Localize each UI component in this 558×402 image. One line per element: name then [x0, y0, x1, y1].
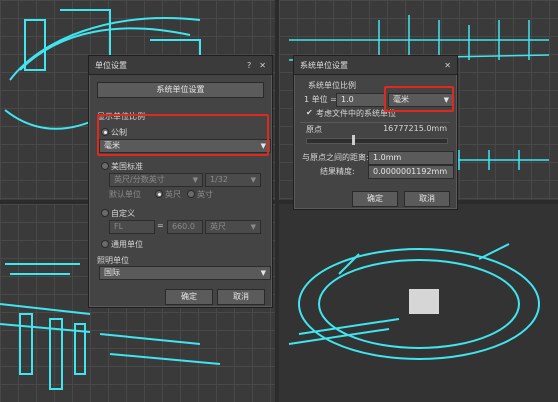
default-unit-label: 默认单位 [109, 190, 141, 199]
feet-label: 英尺 [165, 190, 181, 199]
system-unit-setup-button[interactable]: 系统单位设置 [97, 82, 264, 98]
unit-amount-value: 1.0 [341, 95, 354, 104]
origin-value: 16777215.0mm [383, 124, 447, 133]
model-wireframe-bottom-right [288, 243, 540, 360]
custom-name-field[interactable]: FL [109, 220, 155, 234]
chevron-down-icon: ▼ [250, 223, 256, 231]
metric-highlight-box [97, 114, 269, 156]
us-standard-radio[interactable] [101, 162, 109, 170]
dialog-title: 系统单位设置 [300, 60, 348, 70]
distance-from-origin-field[interactable]: 1.0mm [368, 151, 454, 165]
origin-slider-thumb[interactable] [352, 135, 355, 145]
precision-value: 0.0000001192mm [373, 167, 448, 176]
custom-radio[interactable] [101, 209, 109, 217]
unit-dropdown-highlight-box [384, 86, 454, 112]
cancel-button[interactable]: 取消 [217, 289, 265, 305]
us-unit-value: 英尺/分数英寸 [114, 175, 165, 184]
distance-from-origin-label: 与原点之间的距离: [302, 153, 369, 162]
inch-label: 英寸 [197, 190, 213, 199]
lighting-units-value: 国际 [104, 268, 120, 277]
custom-unit-value: 英尺 [210, 222, 226, 231]
lighting-units-label: 照明单位 [97, 256, 129, 265]
system-unit-scale-label: 系统单位比例 [308, 81, 356, 90]
resulting-accuracy-label: 结果精度: [320, 167, 355, 176]
origin-slider[interactable] [306, 138, 448, 144]
units-setup-titlebar[interactable]: 单位设置 ? ✕ [89, 56, 272, 75]
us-fraction-value: 1/32 [210, 175, 228, 184]
ok-button[interactable]: 确定 [165, 289, 213, 305]
system-unit-setup-dialog: 系统单位设置 ✕ 系统单位比例 1 单位 = 1.0 毫米 ▼ ✔ 考虑文件中的… [293, 55, 458, 210]
chevron-down-icon: ▼ [192, 176, 198, 184]
us-unit-dropdown[interactable]: 英尺/分数英寸 ▼ [109, 173, 203, 187]
chevron-down-icon: ▼ [260, 269, 266, 277]
system-unit-titlebar[interactable]: 系统单位设置 ✕ [294, 56, 457, 75]
divider [300, 122, 450, 123]
custom-label: 自定义 [111, 209, 135, 218]
generic-units-radio[interactable] [101, 240, 109, 248]
unit-amount-field[interactable]: 1.0 [336, 93, 386, 107]
checkmark-icon[interactable]: ✔ [306, 108, 313, 117]
close-icon[interactable]: ✕ [259, 61, 266, 70]
resulting-accuracy-field: 0.0000001192mm [368, 165, 454, 179]
custom-amount-value: 660.0 [172, 222, 195, 231]
distance-value: 1.0mm [373, 153, 402, 162]
custom-name-value: FL [114, 222, 124, 231]
question-icon[interactable]: ? [247, 61, 251, 70]
generic-units-label: 通用单位 [111, 240, 143, 249]
dialog-title: 单位设置 [95, 60, 127, 70]
inch-radio[interactable] [187, 190, 195, 198]
units-setup-dialog: 单位设置 ? ✕ 系统单位设置 显示单位比例 公制 毫米 ▼ 美国标准 英尺/分… [88, 55, 273, 308]
origin-label: 原点 [306, 125, 322, 134]
us-standard-label: 美国标准 [111, 162, 143, 171]
unit-prefix-label: 1 单位 = [304, 95, 337, 104]
us-fraction-dropdown[interactable]: 1/32 ▼ [205, 173, 261, 187]
ok-button[interactable]: 确定 [352, 191, 398, 207]
custom-amount-field[interactable]: 660.0 [167, 220, 203, 234]
lighting-units-dropdown[interactable]: 国际 ▼ [99, 266, 271, 280]
chevron-down-icon: ▼ [250, 176, 256, 184]
custom-unit-dropdown[interactable]: 英尺 ▼ [205, 220, 261, 234]
equals-label: = [157, 221, 164, 230]
feet-radio[interactable] [155, 190, 163, 198]
close-icon[interactable]: ✕ [444, 61, 451, 70]
cancel-button[interactable]: 取消 [404, 191, 450, 207]
